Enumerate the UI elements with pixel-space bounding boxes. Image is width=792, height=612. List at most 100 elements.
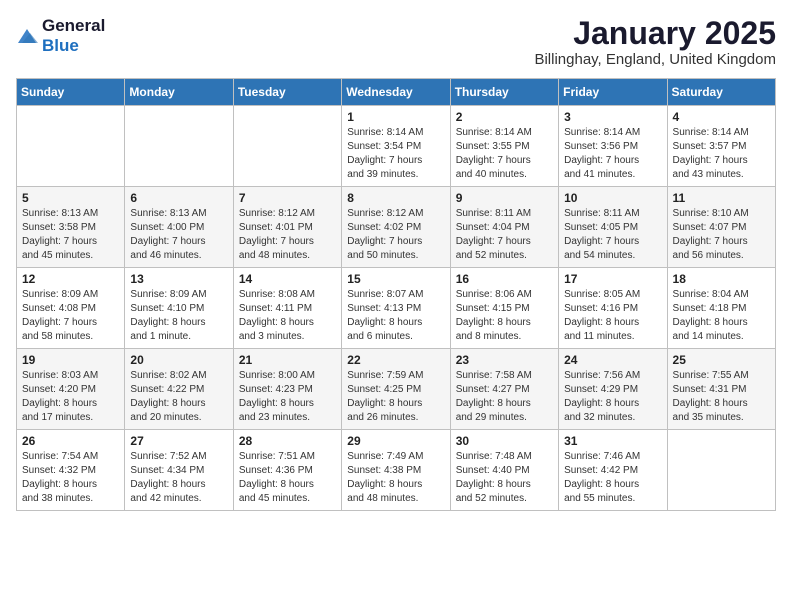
calendar-cell: 25Sunrise: 7:55 AMSunset: 4:31 PMDayligh… <box>667 349 775 430</box>
day-info: Sunrise: 8:09 AMSunset: 4:08 PMDaylight:… <box>22 288 119 344</box>
calendar-cell: 16 Sunrise: 8:06 AMSunset: 4:15 PMDayligh… <box>450 268 558 349</box>
day-info: Sunrise: 7:52 AMSunset: 4:34 PMDaylight:… <box>130 450 227 506</box>
day-info: Sunrise: 7:48 AMSunset: 4:40 PMDaylight:… <box>456 450 553 506</box>
weekday-header-monday: Monday <box>125 79 233 106</box>
day-number: 29 <box>347 434 444 448</box>
calendar-cell <box>233 106 341 187</box>
day-info: Sunrise: 8:07 AMSunset: 4:13 PMDaylight:… <box>347 288 444 344</box>
location-title: Billinghay, England, United Kingdom <box>534 51 776 68</box>
day-number: 5 <box>22 191 119 205</box>
day-info: Sunrise: 8:11 AMSunset: 4:04 PMDaylight:… <box>456 207 553 263</box>
calendar-cell: 13 Sunrise: 8:09 AMSunset: 4:10 PMDayligh… <box>125 268 233 349</box>
day-info: Sunrise: 8:12 AMSunset: 4:02 PMDaylight:… <box>347 207 444 263</box>
calendar-cell: 27 Sunrise: 7:52 AMSunset: 4:34 PMDayligh… <box>125 430 233 511</box>
day-info: Sunrise: 7:51 AMSunset: 4:36 PMDaylight:… <box>239 450 336 506</box>
day-number: 21 <box>239 353 336 367</box>
weekday-header-row: SundayMondayTuesdayWednesdayThursdayFrid… <box>17 79 776 106</box>
calendar-cell: 10 Sunrise: 8:11 AMSunset: 4:05 PMDayligh… <box>559 187 667 268</box>
day-number: 30 <box>456 434 553 448</box>
calendar-week-row: 12 Sunrise: 8:09 AMSunset: 4:08 PMDayligh… <box>17 268 776 349</box>
day-info: Sunrise: 8:14 AMSunset: 3:54 PMDaylight:… <box>347 126 444 182</box>
day-info: Sunrise: 7:58 AMSunset: 4:27 PMDaylight:… <box>456 369 553 425</box>
calendar-cell: 11Sunrise: 8:10 AMSunset: 4:07 PMDayligh… <box>667 187 775 268</box>
calendar-cell: 28 Sunrise: 7:51 AMSunset: 4:36 PMDayligh… <box>233 430 341 511</box>
weekday-header-tuesday: Tuesday <box>233 79 341 106</box>
day-info: Sunrise: 8:13 AMSunset: 3:58 PMDaylight:… <box>22 207 119 263</box>
day-number: 18 <box>673 272 770 286</box>
calendar-cell: 3 Sunrise: 8:14 AMSunset: 3:56 PMDaylight… <box>559 106 667 187</box>
calendar-cell: 29 Sunrise: 7:49 AMSunset: 4:38 PMDayligh… <box>342 430 450 511</box>
calendar-cell: 31Sunrise: 7:46 AMSunset: 4:42 PMDayligh… <box>559 430 667 511</box>
day-info: Sunrise: 7:54 AMSunset: 4:32 PMDaylight:… <box>22 450 119 506</box>
day-number: 28 <box>239 434 336 448</box>
calendar-week-row: 1 Sunrise: 8:14 AMSunset: 3:54 PMDaylight… <box>17 106 776 187</box>
logo-general: General <box>42 16 105 36</box>
weekday-header-saturday: Saturday <box>667 79 775 106</box>
day-number: 12 <box>22 272 119 286</box>
header: General Blue January 2025 Billinghay, En… <box>16 16 776 68</box>
day-number: 20 <box>130 353 227 367</box>
calendar-cell: 20 Sunrise: 8:02 AMSunset: 4:22 PMDayligh… <box>125 349 233 430</box>
calendar-cell: 17Sunrise: 8:05 AMSunset: 4:16 PMDayligh… <box>559 268 667 349</box>
day-info: Sunrise: 8:08 AMSunset: 4:11 PMDaylight:… <box>239 288 336 344</box>
calendar-cell: 9 Sunrise: 8:11 AMSunset: 4:04 PMDaylight… <box>450 187 558 268</box>
calendar-cell <box>125 106 233 187</box>
day-info: Sunrise: 7:55 AMSunset: 4:31 PMDaylight:… <box>673 369 770 425</box>
day-number: 10 <box>564 191 661 205</box>
calendar-cell: 15 Sunrise: 8:07 AMSunset: 4:13 PMDayligh… <box>342 268 450 349</box>
logo-blue: Blue <box>42 36 105 56</box>
weekday-header-thursday: Thursday <box>450 79 558 106</box>
day-number: 22 <box>347 353 444 367</box>
calendar-cell: 4 Sunrise: 8:14 AMSunset: 3:57 PMDaylight… <box>667 106 775 187</box>
day-info: Sunrise: 8:06 AMSunset: 4:15 PMDaylight:… <box>456 288 553 344</box>
day-number: 19 <box>22 353 119 367</box>
day-number: 23 <box>456 353 553 367</box>
calendar-table: SundayMondayTuesdayWednesdayThursdayFrid… <box>16 78 776 511</box>
day-info: Sunrise: 8:03 AMSunset: 4:20 PMDaylight:… <box>22 369 119 425</box>
day-number: 27 <box>130 434 227 448</box>
day-info: Sunrise: 8:02 AMSunset: 4:22 PMDaylight:… <box>130 369 227 425</box>
day-info: Sunrise: 7:59 AMSunset: 4:25 PMDaylight:… <box>347 369 444 425</box>
calendar-cell: 2 Sunrise: 8:14 AMSunset: 3:55 PMDaylight… <box>450 106 558 187</box>
day-number: 26 <box>22 434 119 448</box>
day-number: 4 <box>673 110 770 124</box>
day-number: 3 <box>564 110 661 124</box>
calendar-cell: 6Sunrise: 8:13 AMSunset: 4:00 PMDaylight… <box>125 187 233 268</box>
month-title: January 2025 <box>534 16 776 51</box>
calendar-cell: 19 Sunrise: 8:03 AMSunset: 4:20 PMDayligh… <box>17 349 125 430</box>
weekday-header-sunday: Sunday <box>17 79 125 106</box>
weekday-header-friday: Friday <box>559 79 667 106</box>
day-number: 14 <box>239 272 336 286</box>
day-number: 24 <box>564 353 661 367</box>
calendar-cell: 7Sunrise: 8:12 AMSunset: 4:01 PMDaylight… <box>233 187 341 268</box>
day-number: 16 <box>456 272 553 286</box>
calendar-cell: 30 Sunrise: 7:48 AMSunset: 4:40 PMDayligh… <box>450 430 558 511</box>
calendar-cell: 14 Sunrise: 8:08 AMSunset: 4:11 PMDayligh… <box>233 268 341 349</box>
calendar-cell: 22 Sunrise: 7:59 AMSunset: 4:25 PMDayligh… <box>342 349 450 430</box>
day-number: 7 <box>239 191 336 205</box>
day-number: 15 <box>347 272 444 286</box>
day-number: 9 <box>456 191 553 205</box>
day-number: 1 <box>347 110 444 124</box>
day-info: Sunrise: 8:14 AMSunset: 3:57 PMDaylight:… <box>673 126 770 182</box>
calendar-cell: 24Sunrise: 7:56 AMSunset: 4:29 PMDayligh… <box>559 349 667 430</box>
day-number: 13 <box>130 272 227 286</box>
day-info: Sunrise: 8:04 AMSunset: 4:18 PMDaylight:… <box>673 288 770 344</box>
calendar-week-row: 19 Sunrise: 8:03 AMSunset: 4:20 PMDayligh… <box>17 349 776 430</box>
logo: General Blue <box>16 16 105 55</box>
day-number: 2 <box>456 110 553 124</box>
calendar-cell: 21Sunrise: 8:00 AMSunset: 4:23 PMDayligh… <box>233 349 341 430</box>
day-number: 11 <box>673 191 770 205</box>
calendar-cell: 8 Sunrise: 8:12 AMSunset: 4:02 PMDaylight… <box>342 187 450 268</box>
day-info: Sunrise: 8:14 AMSunset: 3:55 PMDaylight:… <box>456 126 553 182</box>
calendar-cell: 26 Sunrise: 7:54 AMSunset: 4:32 PMDayligh… <box>17 430 125 511</box>
day-info: Sunrise: 8:11 AMSunset: 4:05 PMDaylight:… <box>564 207 661 263</box>
title-area: January 2025 Billinghay, England, United… <box>534 16 776 68</box>
day-info: Sunrise: 8:09 AMSunset: 4:10 PMDaylight:… <box>130 288 227 344</box>
day-number: 8 <box>347 191 444 205</box>
day-info: Sunrise: 8:13 AMSunset: 4:00 PMDaylight:… <box>130 207 227 263</box>
day-info: Sunrise: 7:49 AMSunset: 4:38 PMDaylight:… <box>347 450 444 506</box>
day-info: Sunrise: 8:14 AMSunset: 3:56 PMDaylight:… <box>564 126 661 182</box>
calendar-cell <box>17 106 125 187</box>
calendar-week-row: 5 Sunrise: 8:13 AMSunset: 3:58 PMDaylight… <box>17 187 776 268</box>
